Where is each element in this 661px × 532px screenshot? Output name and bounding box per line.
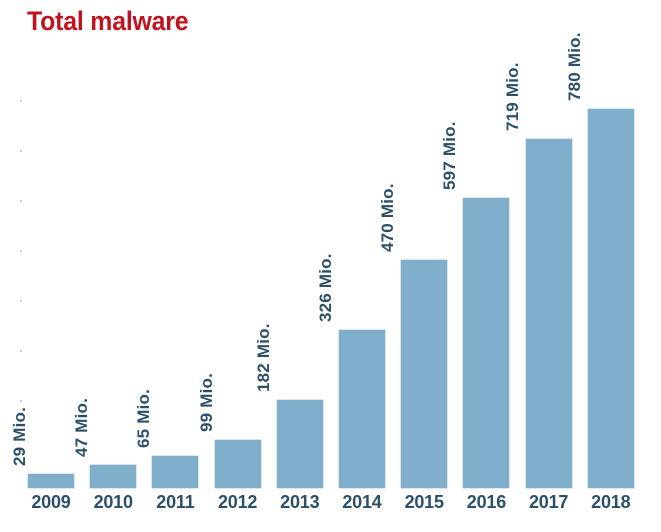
bar-value-label: 780 Mio. [564,32,584,101]
x-axis-label: 2013 [280,492,320,512]
bar-value-label: 99 Mio. [196,372,216,432]
bar-value-label: 326 Mio. [316,253,336,322]
x-axis-label: 2014 [342,492,382,512]
x-axis-label: 2012 [217,492,258,512]
y-axis-tick [20,350,22,352]
bar[interactable] [28,474,74,488]
bar[interactable] [463,198,510,488]
bar-chart: Total malware 29 Mio. 47 Mio. 65 Mio. 99 Mi… [0,0,661,532]
bar-group: 182 Mio. [254,0,323,488]
x-axis-labels: 2009 2010 2011 2012 2013 2014 2015 2016 2017 2018 [0,492,661,532]
bar-group: 99 Mio. [197,0,261,488]
bar-value-label: 597 Mio. [440,121,460,190]
y-axis-tick [20,100,22,102]
x-axis-label: 2009 [31,492,71,512]
bar-value-label: 65 Mio. [134,388,154,448]
bar-group: 470 Mio. [378,0,448,488]
x-axis-label: 2017 [528,492,569,512]
bar[interactable] [339,330,385,488]
y-axis-tick [20,200,22,202]
x-axis-label: 2016 [466,492,507,512]
y-axis-tick [20,250,22,252]
bar[interactable] [525,139,572,488]
y-axis-tick [20,400,22,402]
bar[interactable] [401,260,448,488]
bar[interactable] [90,465,137,488]
y-axis-tick [20,300,22,302]
x-axis-label: 2010 [93,492,133,512]
bar-value-label: 29 Mio. [9,406,29,466]
bar[interactable] [152,456,199,488]
y-axis-tick [20,150,22,152]
bar[interactable] [587,109,634,488]
x-axis-label: 2011 [156,492,195,512]
bar-group: 29 Mio. [10,0,74,488]
bar-group: 65 Mio. [134,0,199,488]
bar-value-label: 182 Mio. [253,323,273,392]
bar[interactable] [276,400,323,488]
bar-value-label: 47 Mio. [72,397,92,457]
plot-area: 29 Mio. 47 Mio. 65 Mio. 99 Mio. 182 Mio. 326 … [0,0,661,488]
bar-value-label: 719 Mio. [502,62,522,131]
x-axis-label: 2018 [591,492,631,512]
x-axis-label: 2015 [404,492,444,512]
bar-group: 780 Mio. [565,0,634,488]
bar[interactable] [214,440,261,488]
bar-value-label: 470 Mio. [378,183,398,252]
bar-group: 47 Mio. [72,0,137,488]
